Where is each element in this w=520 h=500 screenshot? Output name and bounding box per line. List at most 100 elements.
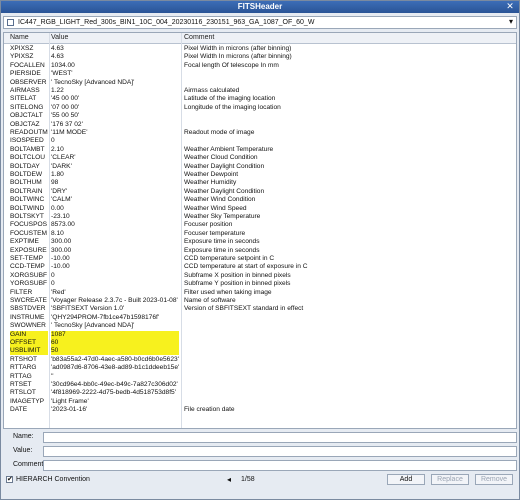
table-row[interactable]: FOCUSPOS 8573.00 Focuser position xyxy=(4,221,516,229)
table-row[interactable]: SITELONG '07 00 00' Longitude of the imagi… xyxy=(4,104,516,112)
cell-name: RTSHOT xyxy=(10,355,37,363)
column-header-value[interactable]: Value xyxy=(51,34,68,41)
cell-name: DATE xyxy=(10,406,28,414)
cell-comment xyxy=(184,121,514,129)
cell-value: '' xyxy=(51,372,54,380)
hierarch-checkbox[interactable]: ✔ xyxy=(6,476,13,483)
cell-name: FOCALLEN xyxy=(10,61,45,69)
table-row[interactable]: USBLIMIT 50 xyxy=(4,347,516,356)
table-row[interactable]: OBJCTALT '55 00 50' xyxy=(4,112,516,120)
cell-name: RTTAG xyxy=(10,372,32,380)
table-row[interactable]: OBJCTAZ '176 37 02' xyxy=(4,121,516,129)
name-field[interactable] xyxy=(43,432,517,443)
cell-comment xyxy=(184,373,514,381)
table-row[interactable]: BOLTHUM 98 Weather Humidity xyxy=(4,179,516,187)
value-field[interactable] xyxy=(43,446,517,457)
cell-value: '2023-01-16' xyxy=(51,406,88,414)
table-row[interactable]: ISOSPEED 0 xyxy=(4,137,516,145)
previous-page-icon[interactable]: ◂ xyxy=(227,475,231,484)
table-row[interactable]: FOCALLEN 1034.00 Focal length Of telescope… xyxy=(4,62,516,70)
cell-value: 300.00 xyxy=(51,238,72,246)
table-row[interactable]: BOLTCLOU 'CLEAR' Weather Cloud Condition xyxy=(4,154,516,162)
cell-value: 4.63 xyxy=(51,53,64,61)
cell-comment xyxy=(184,70,514,78)
column-header-name[interactable]: Name xyxy=(10,34,29,41)
table-row[interactable]: SWCREATE 'Voyager Release 2.3.7c - Built … xyxy=(4,297,516,305)
cell-name: READOUTM xyxy=(10,129,48,136)
title-bar: FITSHeader ✕ xyxy=(1,1,519,13)
table-row[interactable]: DATE '2023-01-16' File creation date xyxy=(4,406,516,414)
file-selector[interactable]: IC447_RGB_LIGHT_Red_300s_BIN1_10C_004_20… xyxy=(3,16,517,29)
cell-value: 60 xyxy=(51,339,179,347)
cell-comment xyxy=(184,381,514,389)
table-row[interactable]: RTTARG 'ad0987d6-8706-43e8-ad89-b1c1ddeeb… xyxy=(4,364,516,372)
table-row[interactable]: READOUTM '11M MODE' Readout mode of image xyxy=(4,129,516,137)
table-row[interactable]: BOLTAMBT 2.10 Weather Ambient Temperature xyxy=(4,146,516,154)
table-row[interactable]: XPIXSZ 4.63 Pixel Width in microns (after … xyxy=(4,45,516,53)
table-row[interactable]: YPIXSZ 4.63 Pixel Width In microns (after … xyxy=(4,53,516,61)
table-row[interactable]: FOCUSTEM 8.10 Focuser temperature xyxy=(4,230,516,238)
table-row[interactable]: FILTER 'Red' Filter used when taking image xyxy=(4,289,516,297)
cell-value: 'CLEAR' xyxy=(51,154,76,162)
table-row[interactable]: BOLTDEW 1.80 Weather Dewpoint xyxy=(4,171,516,179)
cell-name: EXPTIME xyxy=(10,238,39,246)
table-row[interactable]: BOLTDAY 'DARK' Weather Daylight Condition xyxy=(4,163,516,171)
cell-name: YPIXSZ xyxy=(10,53,34,61)
cell-value: 0 xyxy=(51,137,55,145)
value-label: Value: xyxy=(13,447,33,454)
cell-value: '55 00 50' xyxy=(51,112,80,120)
table-row[interactable]: RTTAG '' xyxy=(4,373,516,381)
cell-value: '4f818969-2222-4d75-bedb-4d518753d8f5' xyxy=(51,389,176,397)
table-row[interactable]: EXPTIME 300.00 Exposure time in seconds xyxy=(4,238,516,246)
cell-name: PIERSIDE xyxy=(10,70,41,78)
cell-name: BOLTDEW xyxy=(10,171,43,178)
remove-button[interactable]: Remove xyxy=(475,474,513,485)
table-row[interactable]: AIRMASS 1.22 Airmass calculated xyxy=(4,87,516,95)
comment-field[interactable] xyxy=(43,460,517,471)
table-row[interactable]: RTSLOT '4f818969-2222-4d75-bedb-4d518753d… xyxy=(4,389,516,397)
table-row[interactable]: RTSET '30cd96e4-bb0c-49ec-b49c-7a827c306d… xyxy=(4,381,516,389)
table-row[interactable]: SWOWNER ' TecnoSky [Advanced NDA]' xyxy=(4,322,516,330)
table-row[interactable]: RTSHOT 'b83a55a2-47d0-4aec-a580-b0cd6b0e5… xyxy=(4,356,516,364)
column-header-comment[interactable]: Comment xyxy=(184,34,214,41)
close-icon[interactable]: ✕ xyxy=(505,2,515,11)
cell-name: BOLTSKYT xyxy=(10,213,44,220)
chevron-down-icon[interactable]: ▾ xyxy=(509,17,513,26)
table-row[interactable]: IMAGETYP 'Light Frame' xyxy=(4,398,516,406)
table-row[interactable]: GAIN 1087 xyxy=(4,330,516,339)
add-button[interactable]: Add xyxy=(387,474,425,485)
cell-comment xyxy=(184,356,514,364)
table-row[interactable]: SITELAT '45 00 00' Latitude of the imaging… xyxy=(4,95,516,103)
cell-comment: Focuser temperature xyxy=(184,229,246,237)
replace-button[interactable]: Replace xyxy=(431,474,469,485)
cell-comment: Name of software xyxy=(184,297,236,304)
table-row[interactable]: INSTRUME 'QHY294PROM-7fb1ce47b1598176f' xyxy=(4,314,516,322)
cell-comment xyxy=(184,322,514,330)
comment-label: Comment: xyxy=(13,461,46,468)
table-row[interactable]: BOLTWINC 'CALM' Weather Wind Condition xyxy=(4,196,516,204)
cell-name: CCD-TEMP xyxy=(10,263,45,271)
cell-comment: Focuser position xyxy=(184,221,233,229)
table-row[interactable]: PIERSIDE 'WEST' xyxy=(4,70,516,78)
table-row[interactable]: SBSTDVER 'SBFITSEXT Version 1.0' Version o… xyxy=(4,305,516,313)
cell-comment xyxy=(184,331,514,339)
table-row[interactable]: OBSERVER ' TecnoSky [Advanced NDA]' xyxy=(4,79,516,87)
table-row[interactable]: CCD-TEMP -10.00 CCD temperature at start o… xyxy=(4,263,516,271)
cell-name: FOCUSPOS xyxy=(10,221,48,229)
table-row[interactable]: BOLTRAIN 'DRY' Weather Daylight Condition xyxy=(4,188,516,196)
cell-value: ' TecnoSky [Advanced NDA]' xyxy=(51,78,135,86)
cell-name: SITELAT xyxy=(10,95,37,103)
table-row[interactable]: BOLTSKYT -23.10 Weather Sky Temperature xyxy=(4,213,516,221)
table-row[interactable]: BOLTWIND 0.00 Weather Wind Speed xyxy=(4,205,516,213)
table-row[interactable]: OFFSET 60 xyxy=(4,339,516,347)
table-row[interactable]: XORGSUBF 0 Subframe X position in binned p… xyxy=(4,272,516,280)
cell-value: 8573.00 xyxy=(51,221,75,229)
cell-name: EXPOSURE xyxy=(10,246,47,254)
table-row[interactable]: YORGSUBF 0 Subframe Y position in binned p… xyxy=(4,280,516,288)
cell-name: RTSET xyxy=(10,381,32,388)
table-row[interactable]: SET-TEMP -10.00 CCD temperature setpoint i… xyxy=(4,255,516,263)
cell-name: SWOWNER xyxy=(10,322,46,330)
table-row[interactable]: EXPOSURE 300.00 Exposure time in seconds xyxy=(4,247,516,255)
cell-value: 50 xyxy=(51,347,179,356)
cell-value: 'Light Frame' xyxy=(51,397,89,405)
